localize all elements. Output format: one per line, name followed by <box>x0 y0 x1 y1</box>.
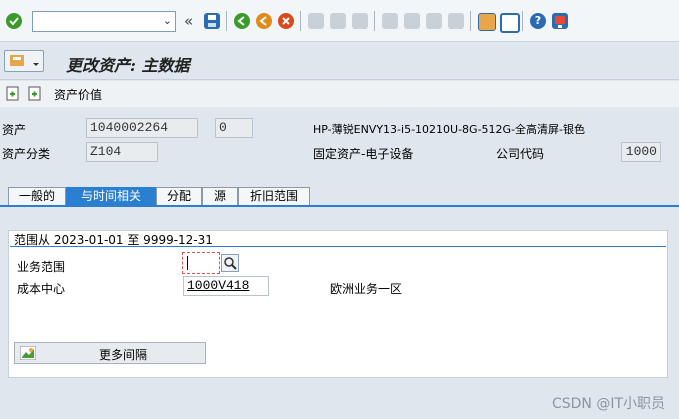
cancel-icon[interactable] <box>278 13 294 29</box>
previous-page-icon[interactable] <box>404 13 420 29</box>
sub-number-field: 0 <box>215 118 253 138</box>
tab-label: 与时间相关 <box>80 189 141 203</box>
tab-strip-underline <box>0 205 679 207</box>
cost-center-label: 成本中心 <box>17 282 66 296</box>
create-session-icon[interactable] <box>478 13 496 31</box>
tab-depreciation-areas[interactable]: 折旧范围 <box>238 187 310 206</box>
company-code-field: 1000 <box>621 142 661 162</box>
find-next-icon[interactable] <box>352 13 368 29</box>
back-icon[interactable] <box>234 13 250 29</box>
watermark: CSDN @IT小职员 <box>551 396 665 412</box>
chevron-down-icon[interactable]: ⌄ <box>163 14 172 27</box>
asset-class-label: 资产分类 <box>2 147 51 161</box>
asset-class-description: 固定资产-电子设备 <box>313 147 414 161</box>
asset-label: 资产 <box>2 123 27 137</box>
system-toolbar: ⌄ « ? <box>0 0 679 42</box>
business-area-label: 业务范围 <box>17 260 66 274</box>
save-icon[interactable] <box>204 13 220 29</box>
asset-number-field: 1040002264 <box>86 118 198 138</box>
more-intervals-label: 更多间隔 <box>99 348 148 362</box>
next-asset-icon[interactable] <box>28 86 42 101</box>
search-help-icon[interactable] <box>221 254 239 272</box>
range-header: 范围从 2023-01-01 至 9999-12-31 <box>10 230 666 247</box>
last-page-icon[interactable] <box>448 13 464 29</box>
cost-center-description: 欧洲业务一区 <box>330 282 403 296</box>
toolbar-separator <box>300 11 301 31</box>
intervals-icon <box>19 345 37 361</box>
help-icon[interactable]: ? <box>530 13 546 29</box>
toolbar-separator <box>470 11 471 31</box>
enter-icon[interactable] <box>6 13 22 29</box>
company-code-label: 公司代码 <box>496 147 545 161</box>
toolbar-separator <box>374 11 375 31</box>
previous-asset-icon[interactable] <box>6 86 20 101</box>
shortcut-icon[interactable] <box>500 13 520 33</box>
tab-time-dependent[interactable]: 与时间相关 <box>66 187 156 206</box>
find-icon[interactable] <box>330 13 346 29</box>
exit-icon[interactable] <box>256 13 272 29</box>
tab-label: 分配 <box>166 189 191 203</box>
command-field[interactable]: ⌄ <box>32 11 176 32</box>
asset-value-button[interactable]: 资产价值 <box>54 86 102 103</box>
page-title: 更改资产: 主数据 <box>66 56 190 75</box>
more-intervals-button[interactable]: 更多间隔 <box>14 342 206 364</box>
range-label: 范围从 2023-01-01 至 9999-12-31 <box>14 233 213 247</box>
business-area-input[interactable] <box>182 252 220 274</box>
tab-origin[interactable]: 源 <box>202 187 238 206</box>
tab-allocations[interactable]: 分配 <box>156 187 202 206</box>
tab-label: 折旧范围 <box>249 189 298 203</box>
collapse-command-icon[interactable]: « <box>184 12 193 30</box>
cost-center-input[interactable]: 1000V418 <box>183 276 269 296</box>
print-icon[interactable] <box>308 13 324 29</box>
tab-label: 一般的 <box>18 189 55 203</box>
screen-menu-button[interactable] <box>4 50 44 72</box>
asset-class-field: Z104 <box>86 142 158 162</box>
toolbar-separator <box>226 11 227 31</box>
next-page-icon[interactable] <box>426 13 442 29</box>
first-page-icon[interactable] <box>382 13 398 29</box>
toolbar-separator <box>522 11 523 31</box>
tab-general[interactable]: 一般的 <box>8 187 66 206</box>
text-cursor <box>187 256 188 270</box>
asset-description: HP-薄锐ENVY13-i5-10210U-8G-512G-全高清屏-银色 <box>313 123 586 136</box>
tab-label: 源 <box>213 189 226 203</box>
customize-layout-icon[interactable] <box>552 13 568 29</box>
